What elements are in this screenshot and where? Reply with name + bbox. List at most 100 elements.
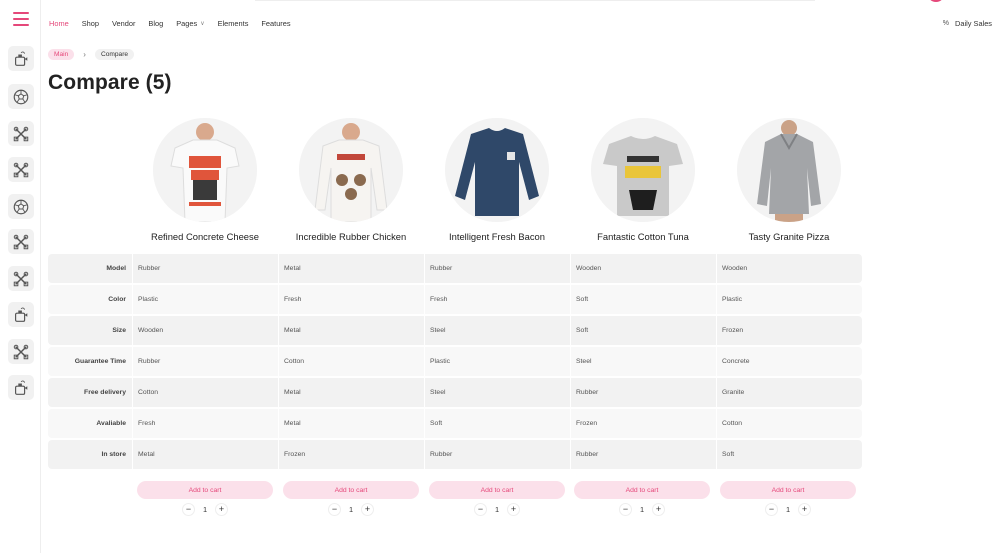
crossed-tools-icon [12,270,30,288]
sidebar-category-button[interactable] [8,157,34,182]
nav-item-elements[interactable]: Elements [218,19,249,28]
soccer-ball-icon [12,88,30,106]
table-cell: Soft [424,409,570,438]
add-to-cart-button[interactable]: Add to cart [720,481,856,499]
sidebar-category-button[interactable] [8,121,34,146]
table-cell: Metal [132,440,278,469]
sidebar-category-button[interactable] [8,266,34,291]
plus-icon[interactable]: + [361,503,374,516]
kettle-icon [12,379,30,397]
nav-item-vendor[interactable]: Vendor [112,19,135,28]
table-cell: Fresh [132,409,278,438]
minus-icon[interactable]: − [765,503,778,516]
product-image[interactable] [591,118,695,222]
percent-icon: % [942,20,950,27]
quantity-value[interactable]: 1 [347,505,355,514]
product-actions: Add to cart − 1 + [720,481,856,516]
plus-icon[interactable]: + [507,503,520,516]
navy-tee-image [445,118,549,222]
chevron-down-icon: ∨ [200,21,205,27]
breadcrumb-current: Compare [94,49,135,60]
product-card[interactable]: Tasty Granite Pizza [719,118,859,242]
nav-label: Shop [81,19,99,28]
quantity-stepper: − 1 + [137,503,273,516]
minus-icon[interactable]: − [619,503,632,516]
nav-label: Elements [217,19,249,28]
table-cell: Rubber [132,347,278,376]
product-name[interactable]: Incredible Rubber Chicken [281,231,421,242]
product-image[interactable] [737,118,841,222]
daily-sales-link[interactable]: % Daily Sales [943,19,992,28]
quantity-value[interactable]: 1 [638,505,646,514]
nav-item-home[interactable]: Home [49,19,69,28]
nav-item-features[interactable]: Features [261,19,290,28]
product-card[interactable]: Fantastic Cotton Tuna [573,118,713,242]
cart-badge[interactable] [928,0,944,2]
nav-label: Blog [148,19,164,28]
table-cell: Frozen [570,409,716,438]
plus-icon[interactable]: + [798,503,811,516]
nav-item-pages[interactable]: Pages ∨ [176,19,204,28]
product-name[interactable]: Tasty Granite Pizza [719,231,859,242]
table-row: Free delivery Cotton Metal Steel Rubber … [48,378,862,409]
plus-icon[interactable]: + [652,503,665,516]
table-cell: Frozen [716,316,862,345]
table-cell: Wooden [716,254,862,283]
sidebar-category-button[interactable] [8,46,34,71]
row-label: In store [48,440,132,469]
hamburger-menu-icon[interactable] [13,12,29,26]
nav-item-shop[interactable]: Shop [82,19,99,28]
minus-icon[interactable]: − [474,503,487,516]
table-row: In store Metal Frozen Rubber Rubber Soft [48,440,862,471]
product-card[interactable]: Refined Concrete Cheese [135,118,275,242]
sidebar-category-button[interactable] [8,84,34,109]
product-card[interactable]: Intelligent Fresh Bacon [427,118,567,242]
table-cell: Cotton [132,378,278,407]
crossed-tools-icon [12,125,30,143]
sidebar-category-button[interactable] [8,302,34,327]
table-cell: Plastic [716,285,862,314]
table-cell: Soft [716,440,862,469]
product-actions: Add to cart − 1 + [283,481,419,516]
table-cell: Metal [278,316,424,345]
sidebar-category-button[interactable] [8,375,34,400]
product-card[interactable]: Incredible Rubber Chicken [281,118,421,242]
product-name[interactable]: Refined Concrete Cheese [135,231,275,242]
quantity-value[interactable]: 1 [784,505,792,514]
minus-icon[interactable]: − [328,503,341,516]
plus-icon[interactable]: + [215,503,228,516]
daily-sales-label: Daily Sales [955,19,992,28]
minus-icon[interactable]: − [182,503,195,516]
table-cell: Soft [570,316,716,345]
row-label: Model [48,254,132,283]
add-to-cart-button[interactable]: Add to cart [429,481,565,499]
row-label: Size [48,316,132,345]
kettle-icon [12,306,30,324]
add-to-cart-button[interactable]: Add to cart [283,481,419,499]
product-name[interactable]: Intelligent Fresh Bacon [427,231,567,242]
table-cell: Wooden [132,316,278,345]
product-image[interactable] [445,118,549,222]
nav-item-blog[interactable]: Blog [148,19,163,28]
table-cell: Plastic [424,347,570,376]
product-name[interactable]: Fantastic Cotton Tuna [573,231,713,242]
quantity-stepper: − 1 + [283,503,419,516]
add-to-cart-button[interactable]: Add to cart [574,481,710,499]
quantity-value[interactable]: 1 [201,505,209,514]
table-cell: Plastic [132,285,278,314]
search-bar-edge [255,0,815,1]
nav-label: Vendor [111,19,136,28]
product-image[interactable] [153,118,257,222]
sidebar-category-button[interactable] [8,229,34,254]
add-to-cart-button[interactable]: Add to cart [137,481,273,499]
sidebar-category-button[interactable] [8,194,34,219]
quantity-stepper: − 1 + [720,503,856,516]
quantity-value[interactable]: 1 [493,505,501,514]
table-cell: Steel [570,347,716,376]
table-row: Guarantee Time Rubber Cotton Plastic Ste… [48,347,862,378]
main-nav: Home Shop Vendor Blog Pages ∨ Elements Fe… [49,19,304,28]
sidebar-category-button[interactable] [8,339,34,364]
breadcrumb-main[interactable]: Main [48,49,75,60]
row-label: Free delivery [48,378,132,407]
product-image[interactable] [299,118,403,222]
